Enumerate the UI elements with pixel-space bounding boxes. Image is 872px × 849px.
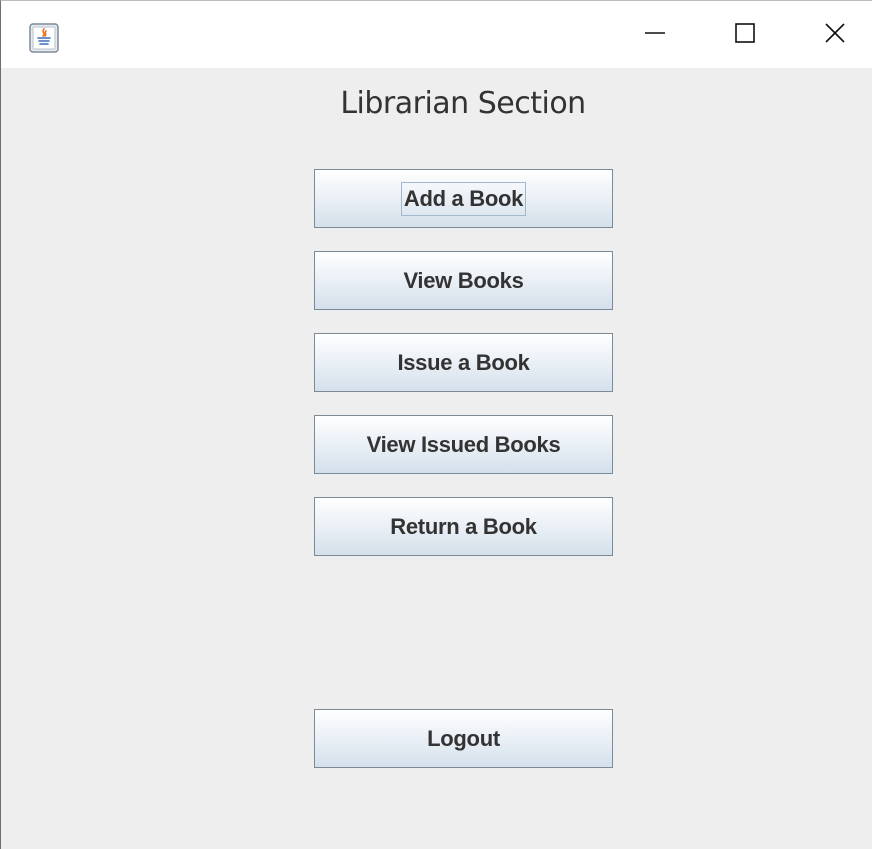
view-issued-books-button-label: View Issued Books bbox=[366, 431, 561, 457]
logout-button-label: Logout bbox=[427, 725, 500, 751]
librarian-panel: Librarian Section Add a Book View Books … bbox=[1, 68, 872, 849]
view-books-button[interactable]: View Books bbox=[314, 251, 613, 310]
maximize-button[interactable] bbox=[700, 1, 790, 68]
view-books-button-label: View Books bbox=[403, 267, 524, 293]
view-issued-books-button[interactable]: View Issued Books bbox=[314, 415, 613, 474]
close-button[interactable] bbox=[790, 1, 872, 68]
title-bar[interactable] bbox=[1, 1, 872, 68]
add-book-button-label: Add a Book bbox=[400, 181, 527, 216]
logout-button[interactable]: Logout bbox=[314, 709, 613, 768]
add-book-button[interactable]: Add a Book bbox=[314, 169, 613, 228]
minimize-button[interactable] bbox=[610, 1, 700, 68]
return-book-button[interactable]: Return a Book bbox=[314, 497, 613, 556]
minimize-icon bbox=[644, 22, 666, 48]
issue-book-button[interactable]: Issue a Book bbox=[314, 333, 613, 392]
issue-book-button-label: Issue a Book bbox=[397, 349, 530, 375]
page-title: Librarian Section bbox=[340, 86, 586, 121]
app-window: Librarian Section Add a Book View Books … bbox=[0, 0, 872, 849]
maximize-icon bbox=[734, 22, 756, 48]
close-icon bbox=[824, 22, 846, 48]
java-app-icon[interactable] bbox=[29, 23, 59, 53]
return-book-button-label: Return a Book bbox=[390, 513, 537, 539]
